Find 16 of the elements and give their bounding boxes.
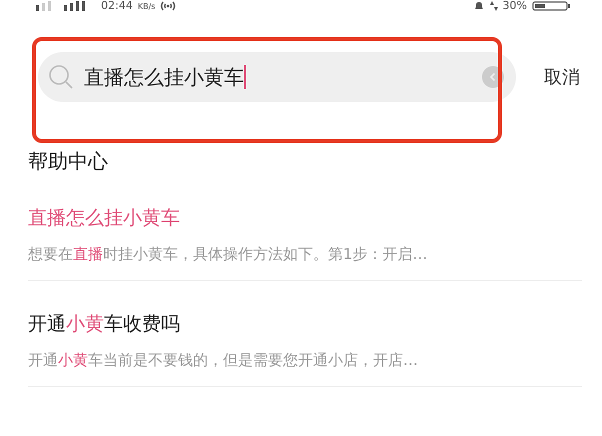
- result-snippet: 想要在直播时挂小黄车，具体操作方法如下。第1步：开启…: [28, 245, 429, 264]
- section-title: 帮助中心: [28, 148, 109, 175]
- clear-icon[interactable]: [482, 66, 504, 88]
- battery-percentage: 30%: [502, 0, 527, 12]
- hotspot-icon: [160, 1, 176, 11]
- battery-icon: [532, 1, 572, 11]
- search-icon: [48, 64, 74, 90]
- result-title[interactable]: 直播怎么挂小黄车: [28, 205, 582, 231]
- search-field[interactable]: 直播怎么挂小黄车: [38, 52, 516, 102]
- network-speed-unit: KB/s: [138, 2, 156, 10]
- result-snippet: 开通小黄车当前是不要钱的，但是需要您开通小店，开店…: [28, 351, 419, 370]
- data-arrows-icon: [490, 1, 498, 11]
- cancel-button[interactable]: 取消: [544, 65, 580, 89]
- status-time: 02:44: [101, 0, 133, 12]
- bell-icon: [472, 1, 485, 11]
- result-title[interactable]: 开通小黄车收费吗: [28, 311, 582, 337]
